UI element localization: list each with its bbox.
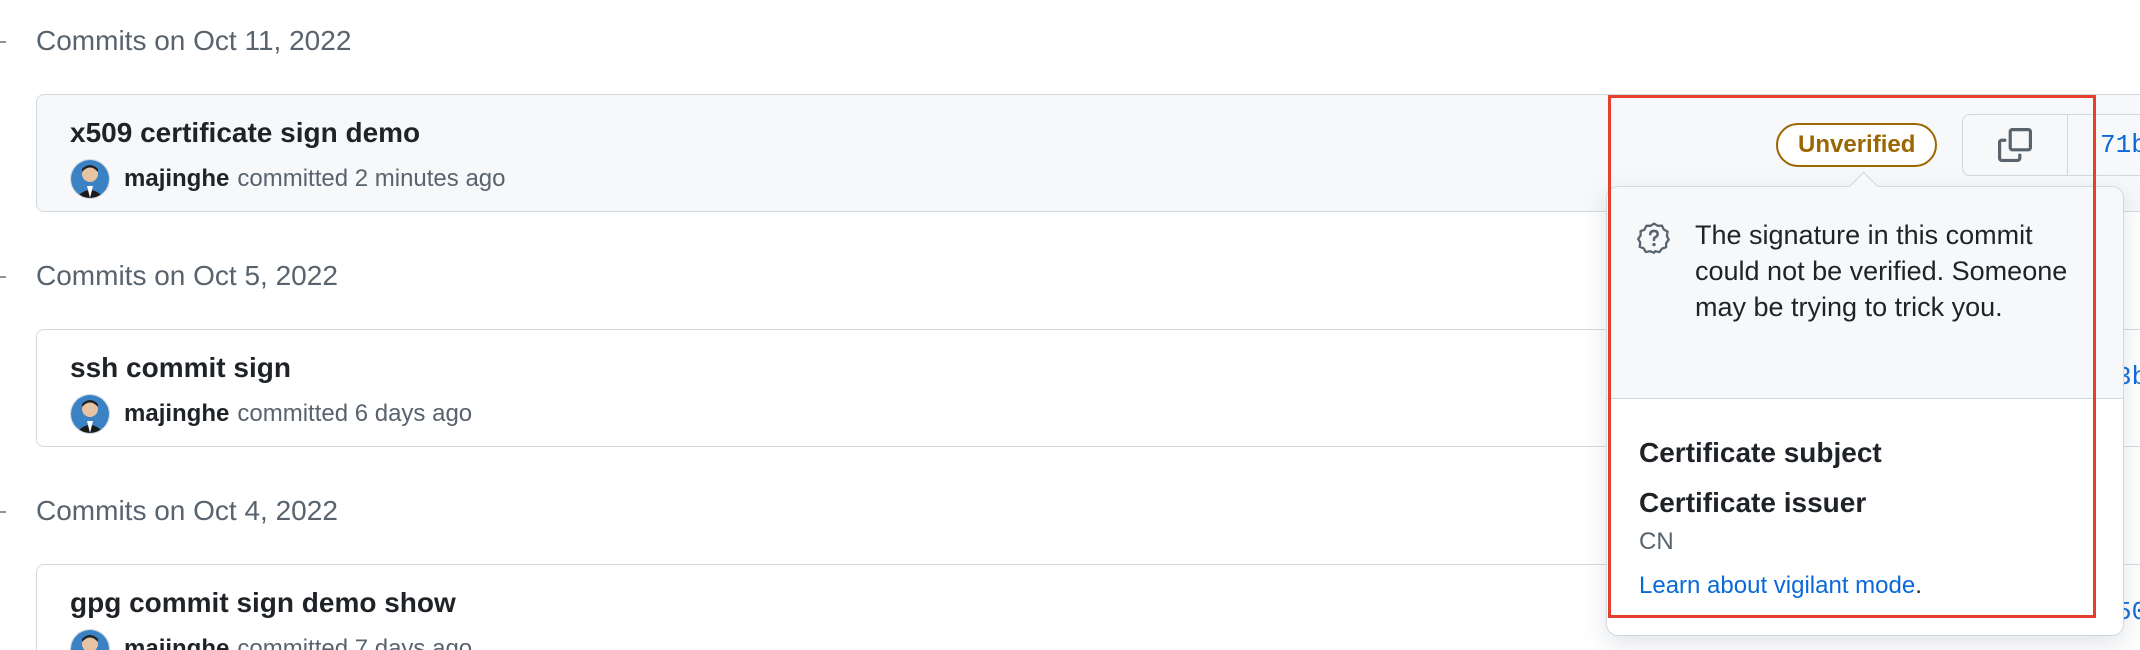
avatar[interactable] bbox=[70, 629, 110, 650]
commit-time: committed 2 minutes ago bbox=[237, 165, 506, 192]
commit-history-page: Commits on Oct 11, 2022 x509 certificate… bbox=[0, 0, 2140, 650]
commit-title-link[interactable]: x509 certificate sign demo bbox=[70, 117, 420, 149]
vigilant-mode-link[interactable]: Learn about vigilant mode bbox=[1639, 572, 1915, 599]
commit-date-header: Commits on Oct 4, 2022 bbox=[36, 495, 338, 526]
commit-title-link[interactable]: gpg commit sign demo show bbox=[70, 587, 456, 619]
commit-author-link[interactable]: majinghe bbox=[124, 400, 229, 428]
commit-date-header: Commits on Oct 11, 2022 bbox=[36, 25, 352, 56]
copy-sha-button[interactable] bbox=[1962, 114, 2068, 176]
timeline-tick bbox=[0, 41, 6, 43]
learn-more-line: Learn about vigilant mode. bbox=[1639, 572, 1922, 600]
commit-time: committed 7 days ago bbox=[237, 635, 473, 650]
commit-time: committed 6 days ago bbox=[237, 400, 473, 427]
certificate-issuer-label: Certificate issuer bbox=[1639, 487, 1867, 518]
copy-icon bbox=[1998, 128, 2032, 162]
commit-author-link[interactable]: majinghe bbox=[124, 165, 229, 193]
timeline-tick bbox=[0, 276, 6, 278]
signature-warning-text: The signature in this commit could not b… bbox=[1695, 220, 2068, 322]
commit-meta: majinghe committed 7 days ago bbox=[70, 629, 472, 650]
avatar[interactable] bbox=[70, 394, 110, 434]
commit-title-link[interactable]: ssh commit sign bbox=[70, 352, 291, 384]
commit-date-header: Commits on Oct 5, 2022 bbox=[36, 260, 338, 291]
commit-meta: majinghe committed 2 minutes ago bbox=[70, 159, 505, 199]
commit-sha-link[interactable]: 71b bbox=[2100, 130, 2140, 160]
popover-message-section: The signature in this commit could not b… bbox=[1607, 187, 2123, 399]
avatar[interactable] bbox=[70, 159, 110, 199]
unverified-badge[interactable]: Unverified bbox=[1776, 123, 1938, 167]
certificate-issuer-value: CN bbox=[1639, 528, 1674, 555]
learn-more-suffix: . bbox=[1915, 572, 1922, 599]
timeline-tick bbox=[0, 511, 6, 513]
certificate-subject-label: Certificate subject bbox=[1639, 437, 1882, 468]
unverified-question-icon bbox=[1637, 221, 1671, 260]
commit-author-link[interactable]: majinghe bbox=[124, 635, 229, 650]
commit-meta: majinghe committed 6 days ago bbox=[70, 394, 472, 434]
signature-popover: The signature in this commit could not b… bbox=[1606, 171, 2124, 636]
